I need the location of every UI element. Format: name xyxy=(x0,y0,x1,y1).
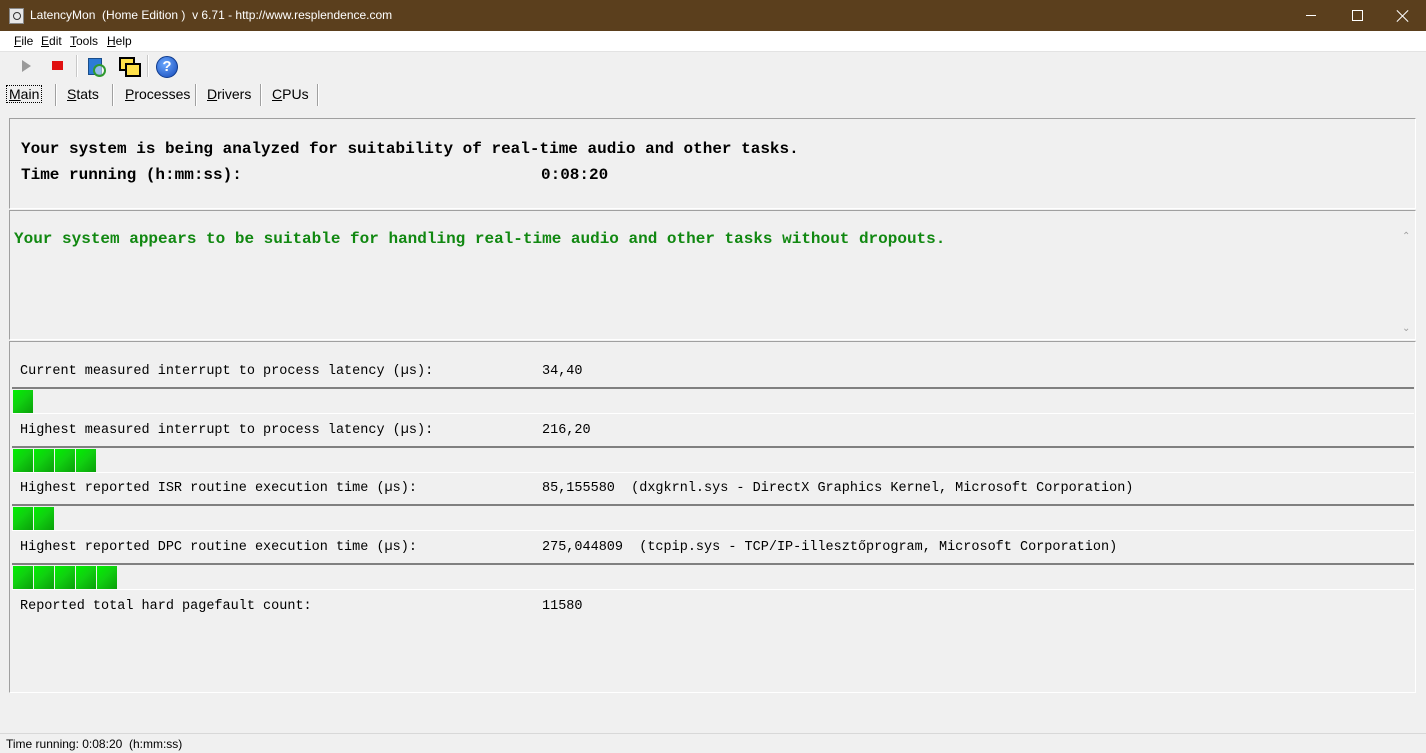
title-bar: LatencyMon (Home Edition ) v 6.71 - http… xyxy=(0,0,1426,31)
latency-bar-segment xyxy=(13,390,33,413)
menu-edit-label: dit xyxy=(49,34,62,48)
verdict-text: Your system appears to be suitable for h… xyxy=(14,230,946,248)
tab-separator xyxy=(55,84,57,106)
tab-cpus[interactable]: CPUs xyxy=(272,82,309,106)
latency-bar-fill xyxy=(13,390,33,413)
latency-bar xyxy=(12,504,1414,531)
time-running-label: Time running (h:mm:ss): xyxy=(21,166,242,184)
app-icon[interactable] xyxy=(9,8,24,24)
latency-bar-segment xyxy=(76,566,96,589)
latency-bar-segment xyxy=(34,507,54,530)
close-button[interactable] xyxy=(1380,0,1426,31)
help-button[interactable]: ? xyxy=(155,55,178,78)
scroll-down-icon[interactable]: ⌄ xyxy=(1402,324,1410,334)
menu-tools[interactable]: Tools xyxy=(70,34,98,48)
metric-value: 11580 xyxy=(542,599,583,614)
tab-cpus-label: PUs xyxy=(282,86,309,102)
toolbar-separator xyxy=(76,55,78,77)
latency-bar-segment xyxy=(76,449,96,472)
latency-bar xyxy=(12,446,1414,473)
menu-help-label: elp xyxy=(115,34,132,48)
tab-stats-accel: S xyxy=(67,86,77,102)
tab-cpus-accel: C xyxy=(272,86,283,102)
metric-label: Reported total hard pagefault count: xyxy=(20,599,312,614)
maximize-button[interactable] xyxy=(1334,0,1380,31)
stop-button[interactable] xyxy=(47,55,69,77)
menu-edit-accel: E xyxy=(41,34,50,48)
status-bar: Time running: 0:08:20 (h:mm:ss) xyxy=(0,733,1426,753)
metric-label: Current measured interrupt to process la… xyxy=(20,364,434,379)
tab-main-label: ain xyxy=(20,86,40,102)
tab-processes-accel: P xyxy=(125,86,135,102)
tab-processes-label: rocesses xyxy=(134,86,191,102)
latency-bar-segment xyxy=(34,566,54,589)
metric-value: 85,155580 (dxgkrnl.sys - DirectX Graphic… xyxy=(542,481,1134,496)
play-icon xyxy=(22,60,31,72)
help-icon: ? xyxy=(156,56,178,78)
menu-bar: File Edit Tools Help xyxy=(0,31,1426,52)
metrics-panel: Current measured interrupt to process la… xyxy=(9,341,1416,693)
tab-main[interactable]: Main xyxy=(6,82,43,106)
tab-separator xyxy=(112,84,114,106)
menu-file[interactable]: File xyxy=(14,34,33,48)
metric-label: Highest reported DPC routine execution t… xyxy=(20,540,417,555)
tab-processes[interactable]: Processes xyxy=(125,82,190,106)
latency-bar-fill xyxy=(13,507,54,530)
latency-bar-segment xyxy=(97,566,117,589)
maximize-icon xyxy=(1351,10,1363,21)
window-icon xyxy=(125,63,141,77)
tab-strip: Main Stats Processes Drivers CPUs xyxy=(0,82,1426,108)
menu-tools-label: ools xyxy=(76,34,99,48)
minimize-icon xyxy=(1306,15,1316,16)
window-title: LatencyMon (Home Edition ) v 6.71 - http… xyxy=(30,8,393,22)
latency-bar xyxy=(12,387,1414,414)
toolbar: ? xyxy=(0,52,1426,80)
latency-bar-segment xyxy=(13,449,33,472)
tab-separator xyxy=(317,84,319,106)
analysis-panel: Your system is being analyzed for suitab… xyxy=(9,118,1416,209)
tab-stats[interactable]: Stats xyxy=(67,82,99,106)
metric-value: 216,20 xyxy=(542,423,591,438)
minimize-button[interactable] xyxy=(1288,0,1334,31)
metric-value: 34,40 xyxy=(542,364,583,379)
latency-bar-segment xyxy=(34,449,54,472)
tab-separator xyxy=(260,84,262,106)
tab-main-focus: Main xyxy=(6,85,43,103)
close-icon xyxy=(1397,10,1409,22)
time-running-value: 0:08:20 xyxy=(541,166,609,184)
menu-file-label: ile xyxy=(21,34,34,48)
toolbar-separator xyxy=(147,55,149,77)
analysis-status-text: Your system is being analyzed for suitab… xyxy=(21,140,799,158)
latency-bar-segment xyxy=(13,566,33,589)
latency-bar-segment xyxy=(55,449,75,472)
analyze-button[interactable] xyxy=(85,55,107,77)
magnifier-icon xyxy=(93,64,106,77)
stop-icon xyxy=(52,61,63,70)
latency-bar-fill xyxy=(13,566,117,589)
status-text: Time running: 0:08:20 (h:mm:ss) xyxy=(6,737,183,751)
start-button[interactable] xyxy=(15,55,37,77)
tab-drivers-accel: D xyxy=(207,86,218,102)
scroll-up-icon[interactable]: ⌃ xyxy=(1402,232,1410,242)
latency-bar-segment xyxy=(55,566,75,589)
metric-value: 275,044809 (tcpip.sys - TCP/IP-illesztőp… xyxy=(542,540,1118,555)
verdict-panel: Your system appears to be suitable for h… xyxy=(9,210,1416,340)
menu-help-accel: H xyxy=(107,34,116,48)
tab-drivers-label: rivers xyxy=(217,86,252,102)
metric-label: Highest measured interrupt to process la… xyxy=(20,423,434,438)
metric-label: Highest reported ISR routine execution t… xyxy=(20,481,417,496)
verdict-scrollbar[interactable]: ⌃ ⌄ xyxy=(1398,225,1415,337)
menu-help[interactable]: Help xyxy=(107,34,132,48)
menu-edit[interactable]: Edit xyxy=(41,34,62,48)
tab-drivers[interactable]: Drivers xyxy=(207,82,251,106)
latency-bar xyxy=(12,563,1414,590)
latency-bar-segment xyxy=(13,507,33,530)
latency-bar-fill xyxy=(13,449,96,472)
tab-main-accel: M xyxy=(9,86,21,102)
tab-separator xyxy=(195,84,197,106)
windows-button[interactable] xyxy=(117,55,141,77)
tab-stats-label: tats xyxy=(76,86,99,102)
